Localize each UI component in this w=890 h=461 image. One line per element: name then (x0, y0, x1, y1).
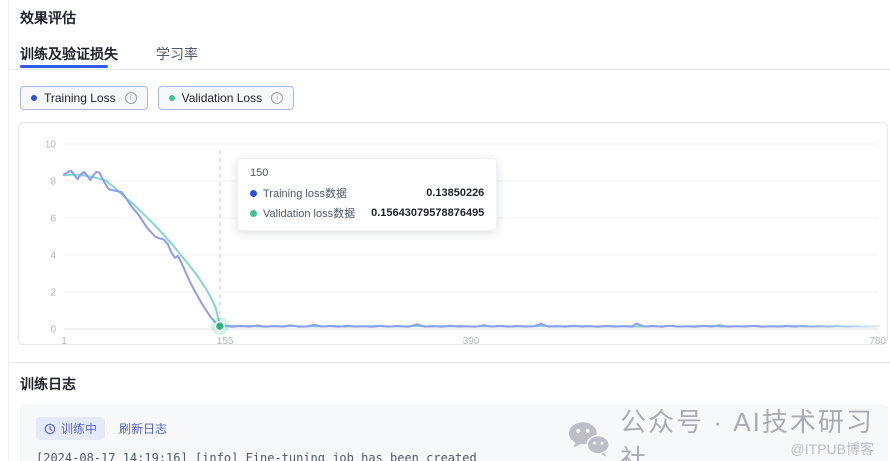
highlight-marker[interactable] (214, 320, 226, 332)
training-loss-dot (31, 95, 37, 101)
x-axis-tick-label: 1 (61, 336, 67, 344)
status-badge-label: 训练中 (61, 422, 98, 436)
y-axis-tick-label: 10 (45, 140, 57, 151)
tooltip-validation-label: Validation loss数据 (263, 208, 356, 220)
page-title: 效果评估 (20, 10, 76, 26)
info-icon[interactable]: i (124, 92, 137, 104)
legend-validation-label: Validation Loss (181, 91, 263, 105)
refresh-log-link[interactable]: 刷新日志 (119, 420, 167, 437)
chart-legend: Training Loss i Validation Loss i (20, 86, 295, 110)
x-axis-tick-label: 155 (217, 336, 234, 344)
evaluation-page: 效果评估 训练及验证损失 学习率 Training Loss i Validat… (0, 0, 890, 461)
tooltip-training-label: Training loss数据 (263, 188, 347, 200)
wechat-icon (568, 422, 610, 457)
y-axis-tick-label: 4 (50, 251, 56, 262)
y-axis-tick-label: 6 (50, 214, 56, 225)
y-axis-tick-label: 8 (50, 177, 56, 188)
loss-line-chart[interactable]: 0 2 4 6 8 10 1 155 390 780 (19, 123, 889, 345)
section-divider (9, 362, 890, 363)
x-axis-tick-label: 780 (869, 336, 886, 344)
active-tab-underline (20, 65, 108, 68)
info-icon[interactable]: i (271, 92, 284, 104)
chart-tooltip: 150 Training loss数据 0.13850226 Validatio… (237, 158, 498, 231)
tooltip-training-value: 0.13850226 (426, 187, 485, 199)
loss-chart-card: 0 2 4 6 8 10 1 155 390 780 (18, 122, 888, 345)
validation-loss-dot (168, 95, 175, 101)
tabs-divider (9, 69, 890, 70)
training-loss-dot (250, 189, 257, 197)
tooltip-step: 150 (250, 167, 269, 179)
tooltip-validation-value: 0.15643079578876495 (371, 207, 485, 219)
tooltip-validation-row: Validation loss数据 0.15643079578876495 (250, 205, 484, 221)
x-axis-tick-label: 390 (463, 336, 480, 344)
training-log-title: 训练日志 (20, 376, 76, 392)
validation-loss-dot (250, 209, 257, 217)
y-axis-tick-label: 2 (50, 288, 56, 299)
legend-validation-loss-button[interactable]: Validation Loss i (157, 86, 295, 110)
legend-training-loss-button[interactable]: Training Loss i (20, 86, 148, 110)
y-axis-tick-label: 0 (50, 325, 56, 336)
watermark-byline: @ITPUB博客 (790, 441, 874, 457)
legend-training-label: Training Loss (44, 91, 116, 105)
clock-icon (44, 423, 56, 434)
tooltip-training-row: Training loss数据 0.13850226 (250, 185, 484, 201)
training-status-badge: 训练中 (36, 417, 106, 440)
